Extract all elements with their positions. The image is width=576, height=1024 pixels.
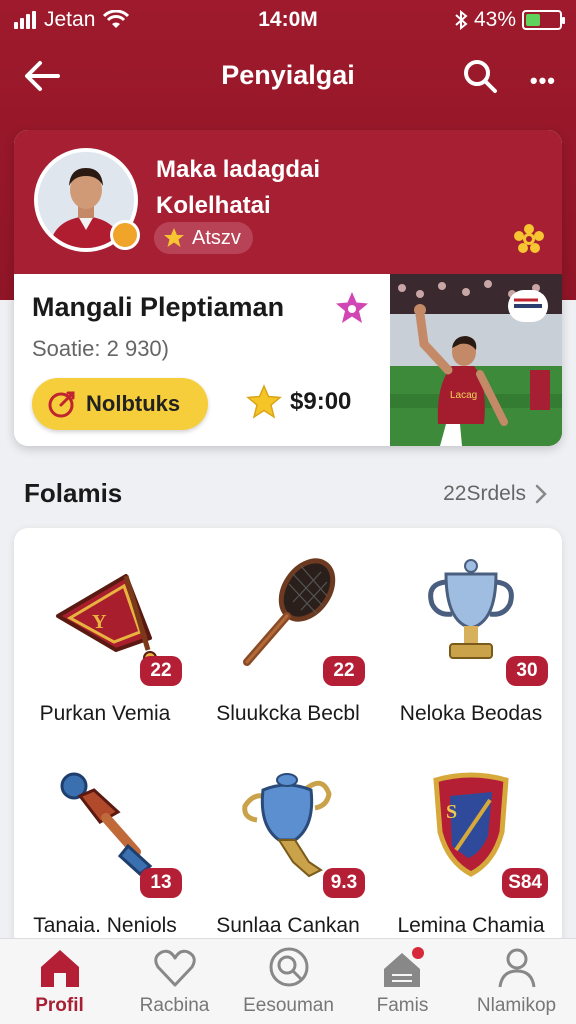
featured-player: Mangali Pleptiaman Soatie: 2 930) Nolbtu… <box>14 274 390 446</box>
settings-flower-icon[interactable] <box>514 224 544 254</box>
target-icon <box>48 391 75 418</box>
tab-eesouman[interactable]: Eesouman <box>231 945 346 1021</box>
svg-text:S: S <box>446 801 457 823</box>
rank-pill[interactable]: Atszv <box>154 222 253 254</box>
item-count: 22 <box>140 656 182 686</box>
svg-text:Y: Y <box>92 611 107 633</box>
tab-famis[interactable]: Famis <box>345 945 460 1021</box>
tab-label: Racbina <box>139 995 210 1016</box>
level-badge-icon <box>110 220 140 250</box>
house-notification-icon <box>383 947 424 987</box>
tab-label: Famis <box>376 995 429 1016</box>
rank-label: Atszv <box>192 226 241 249</box>
see-all-label: 22Srdels <box>443 482 526 505</box>
see-all-link[interactable]: 22Srdels <box>443 482 548 506</box>
grid-item[interactable]: Y 22 Purkan Vemia <box>14 538 196 738</box>
grid-item[interactable]: 9.3 Sunlaa Cankan <box>197 750 379 950</box>
home-icon <box>40 950 79 987</box>
price: $9:00 <box>246 384 351 420</box>
favorite-star-icon[interactable] <box>334 290 370 326</box>
more-options-icon[interactable]: ••• <box>530 68 556 94</box>
person-icon <box>498 948 535 988</box>
star-icon <box>164 228 184 247</box>
battery-icon <box>522 10 565 30</box>
tab-racbina[interactable]: Racbina <box>117 945 232 1021</box>
item-count: 30 <box>506 656 548 686</box>
section-title: Folamis <box>24 478 123 508</box>
profile-name: Maka ladagdai Kolelhatai <box>156 156 321 219</box>
bottom-tab-bar: Profil Racbina Eesouman Famis Nlamikop <box>0 938 576 1024</box>
grid-item[interactable]: 22 Sluukcka Becbl <box>197 538 379 738</box>
grid-item[interactable]: 13 Tanaia. Neniols <box>14 750 196 950</box>
item-label: Purkan Vemia <box>39 702 171 725</box>
tab-label: Eesouman <box>243 995 334 1016</box>
heart-icon <box>153 949 196 987</box>
item-label: Tanaia. Neniols <box>33 914 177 937</box>
item-count: 9.3 <box>323 868 365 898</box>
items-grid: Y 22 Purkan Vemia 22 Sluukcka Becbl 30 N… <box>14 528 562 948</box>
gold-star-icon <box>246 384 282 419</box>
grid-item[interactable]: S S84 Lemina Chamia <box>380 750 562 950</box>
action-button[interactable]: Nolbtuks <box>32 378 208 430</box>
battery-percent: 43% <box>473 8 516 31</box>
player-action-photo[interactable]: Lacag <box>390 274 562 446</box>
chevron-right-icon <box>535 484 547 504</box>
item-label: Neloka Beodas <box>399 702 543 725</box>
item-count: 22 <box>323 656 365 686</box>
action-button-label: Nolbtuks <box>86 391 181 416</box>
tab-nlamikop[interactable]: Nlamikop <box>459 945 574 1021</box>
nav-bar: Penyialgai ••• <box>0 50 576 102</box>
item-label: Sluukcka Becbl <box>216 702 360 725</box>
score-text: Soatie: 2 930) <box>32 336 169 361</box>
bluetooth-icon <box>455 10 468 30</box>
grid-item[interactable]: 30 Neloka Beodas <box>380 538 562 738</box>
svg-text:Lacag: Lacag <box>450 390 477 401</box>
price-value: $9:00 <box>290 388 352 415</box>
profile-card: Maka ladagdai Kolelhatai Atszv Mangali P… <box>14 130 562 446</box>
item-label: Sunlaa Cankan <box>216 914 360 937</box>
search-icon <box>269 947 308 987</box>
search-icon[interactable] <box>460 56 500 96</box>
player-name: Mangali Pleptiaman <box>32 292 285 322</box>
tab-profil[interactable]: Profil <box>2 945 117 1021</box>
item-count: S84 <box>502 868 548 898</box>
status-bar: Jetan 14:0M 43% <box>0 6 576 40</box>
tab-label: Nlamikop <box>476 995 557 1016</box>
item-count: 13 <box>140 868 182 898</box>
tab-label: Profil <box>35 995 84 1016</box>
item-label: Lemina Chamia <box>397 914 545 937</box>
avatar[interactable] <box>34 148 140 252</box>
profile-header: Maka ladagdai Kolelhatai Atszv <box>14 130 562 274</box>
